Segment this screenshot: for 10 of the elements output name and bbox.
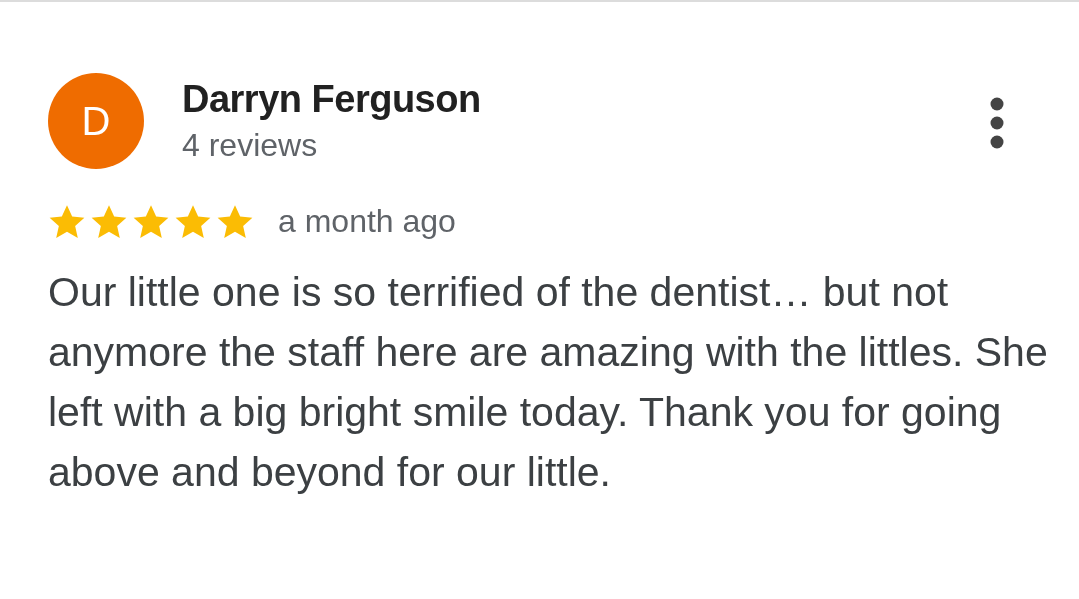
star-icon	[90, 203, 128, 240]
review-count: 4 reviews	[182, 127, 319, 164]
star-icon	[48, 203, 86, 240]
more-options-icon[interactable]	[989, 96, 1005, 150]
review-time: a month ago	[278, 203, 456, 240]
star-icon	[132, 203, 170, 240]
author-name[interactable]: Darryn Ferguson	[182, 78, 481, 121]
star-icon	[216, 203, 254, 240]
review-text: Our little one is so terrified of the dentist… but not anymore the staff here are amazing with the littles. She left with a big bright smile today. Thank you for going above and beyond for our little.	[48, 268, 1048, 497]
star-icon	[174, 203, 212, 240]
